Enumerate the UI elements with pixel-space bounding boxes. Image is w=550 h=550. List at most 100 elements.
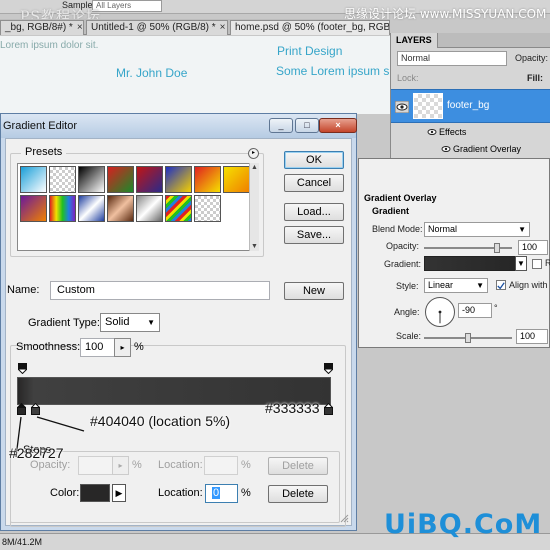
ls-opacity-slider[interactable] [424,243,512,253]
preset-swatch[interactable] [136,166,163,193]
stop-location-input[interactable] [204,456,238,475]
preset-swatch[interactable] [107,195,134,222]
close-icon[interactable]: × [220,22,226,33]
lock-label: Lock: [397,73,419,83]
stop-color-location-input[interactable]: 0 [205,484,238,503]
cancel-button[interactable]: Cancel [284,174,344,192]
preset-swatch[interactable] [165,166,192,193]
tab-layers[interactable]: LAYERS [391,33,438,48]
close-icon[interactable]: × [77,22,83,33]
checkmark-icon [497,282,505,290]
preset-swatch[interactable] [49,195,76,222]
gradient-subheading: Gradient [372,206,410,216]
layer-effect-gradient-overlay[interactable]: Gradient Overlay [391,142,550,158]
reverse-checkbox[interactable] [532,259,542,269]
preset-swatch[interactable] [194,195,221,222]
stop-location-unit: % [241,459,251,471]
preset-swatch[interactable] [165,195,192,222]
new-button[interactable]: New [284,282,344,300]
presets-grid [17,163,251,251]
gradient-type-select[interactable]: Solid ▼ [100,313,160,332]
slider-knob[interactable] [493,243,500,253]
load-button[interactable]: Load... [284,203,344,221]
layer-row-footer-bg[interactable]: footer_bg [391,89,550,123]
stop-color-location-label: Location: [158,487,203,499]
scroll-down-icon[interactable]: ▼ [251,243,258,250]
resize-grip-icon[interactable] [339,513,349,523]
dialog-title: Gradient Editor [3,120,77,132]
presets-label: Presets [21,146,67,158]
ls-opacity-input[interactable]: 100 [518,240,548,255]
ls-angle-label: Angle: [394,307,420,317]
doc-tab-3[interactable]: home.psd @ 50% (footer_bg, RGB/8#) * [230,20,390,35]
preset-swatch[interactable] [78,195,105,222]
chevron-down-icon[interactable]: ▼ [515,256,527,271]
smoothness-label: Smoothness: [16,341,81,353]
effects-label: Effects [439,127,467,137]
blend-mode-label: Blend Mode: [372,224,423,234]
reverse-label: R [545,258,550,268]
ls-style-select[interactable]: Linear ▼ [424,278,488,293]
annotation-end-color: #333333 [265,400,320,416]
doc-tab-1[interactable]: _bg, RGB/8#) * × [0,20,84,35]
gradient-overlay-heading: Gradient Overlay [364,193,437,203]
document-canvas[interactable]: Lorem ipsum dolor sit. Print Design Mr. … [0,36,390,114]
opacity-label: Opacity: [515,53,549,63]
eye-icon[interactable] [395,101,409,113]
ok-button[interactable]: OK [284,151,344,169]
degree-label: ° [494,303,498,313]
opacity-stop-left[interactable] [18,363,27,374]
ls-angle-input[interactable]: -90 [458,303,492,318]
layer-thumbnail [413,93,443,119]
ls-scale-slider[interactable] [424,333,512,343]
smoothness-input[interactable]: 100 [80,338,116,357]
ls-gradient-preview[interactable] [424,256,520,271]
eye-icon[interactable] [441,145,451,153]
ls-blend-mode-select[interactable]: Normal ▼ [424,222,530,237]
stop-color-swatch[interactable] [80,484,110,502]
presets-menu-icon[interactable]: ▸ [248,148,259,159]
slider-knob[interactable] [465,333,471,343]
chevron-down-icon: ▼ [518,225,526,234]
preset-swatch[interactable] [107,166,134,193]
maximize-button[interactable]: □ [295,118,319,133]
stop-opacity-unit: % [132,459,142,471]
preset-swatch[interactable] [20,166,47,193]
opacity-stop-right[interactable] [324,363,333,374]
gradient-editor-titlebar[interactable]: Gradient Editor _ □ × [1,114,357,138]
stop-location-label: Location: [158,459,203,471]
preset-swatch[interactable] [223,166,250,193]
annotation-start-color: #282727 [9,445,64,461]
align-checkbox[interactable] [496,280,506,290]
angle-dial[interactable] [425,297,455,327]
layer-effects-row[interactable]: Effects [391,125,550,141]
eye-icon[interactable] [427,128,437,136]
smoothness-stepper[interactable]: ▸ [114,338,131,357]
preset-swatch[interactable] [78,166,105,193]
preset-swatch[interactable] [194,166,221,193]
color-stop-end[interactable] [324,403,333,415]
chevron-right-icon[interactable]: ▶ [112,484,126,502]
smoothness-unit: % [134,341,144,353]
scroll-up-icon[interactable]: ▲ [251,164,258,171]
preset-swatch[interactable] [20,195,47,222]
layers-panel: LAYERS Normal Opacity: Lock: Fill: foote… [390,33,550,163]
canvas-text-print: Print Design [277,44,343,58]
close-button[interactable]: × [319,118,357,133]
ls-scale-input[interactable]: 100 [516,329,548,344]
blend-mode-select[interactable]: Normal [397,51,507,66]
preset-swatch[interactable] [136,195,163,222]
minimize-button[interactable]: _ [269,118,293,133]
sample-select[interactable]: All Layers [92,0,162,12]
preset-swatch[interactable] [49,166,76,193]
stop-opacity-stepper[interactable]: ▸ [112,456,129,475]
stop-color-location-unit: % [241,487,251,499]
stop-color-delete-button[interactable]: Delete [268,485,328,503]
stop-opacity-input[interactable] [78,456,114,475]
save-button[interactable]: Save... [284,226,344,244]
chevron-down-icon: ▼ [147,318,155,327]
presets-scrollbar[interactable]: ▲ ▼ [249,163,259,251]
doc-tab-2[interactable]: Untitled-1 @ 50% (RGB/8) * × [86,20,228,35]
name-field[interactable]: Custom [50,281,270,300]
stop-delete-button[interactable]: Delete [268,457,328,475]
